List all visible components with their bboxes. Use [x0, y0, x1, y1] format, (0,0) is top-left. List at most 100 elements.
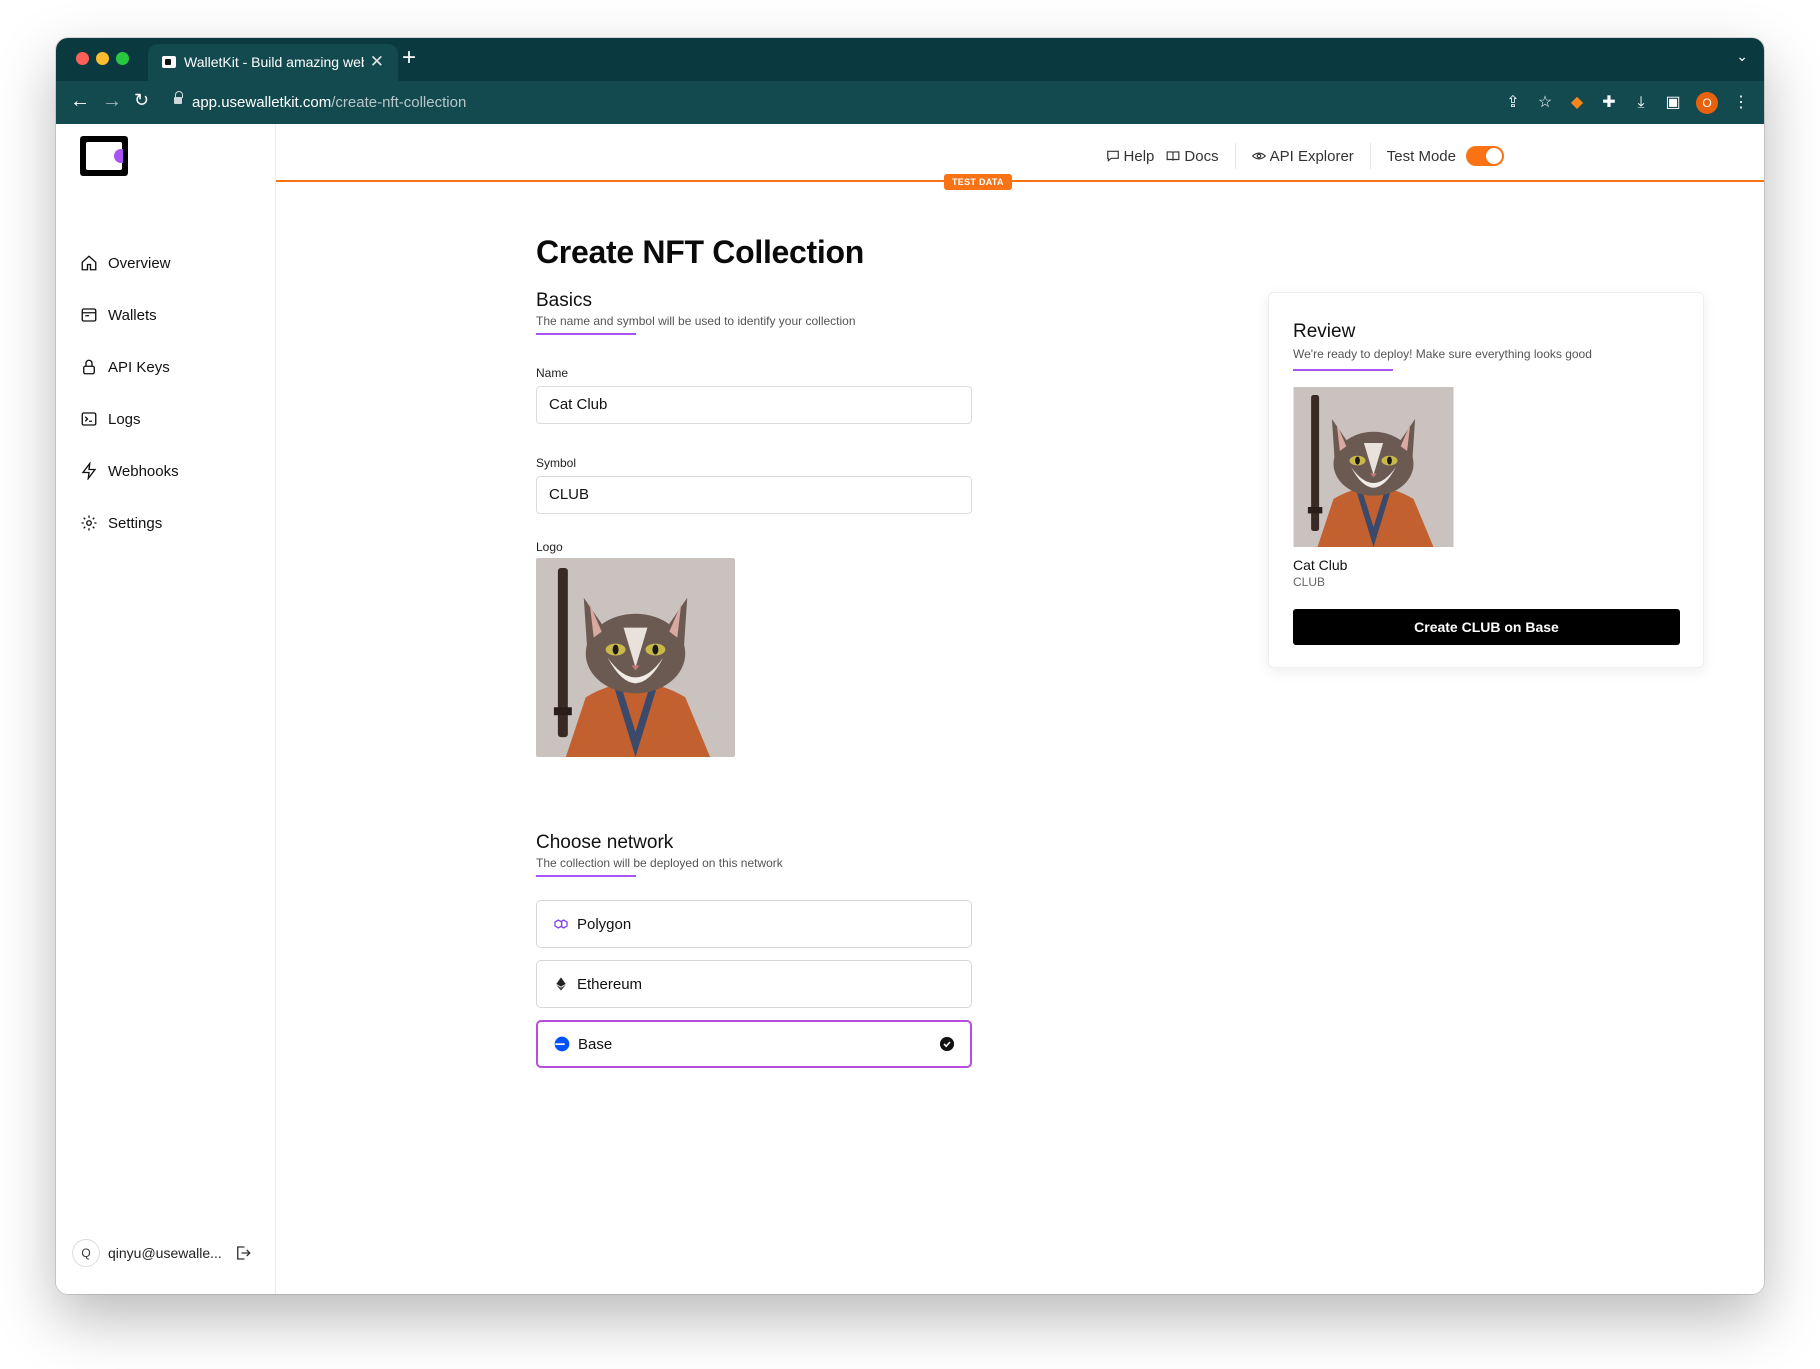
browser-tab[interactable]: WalletKit - Build amazing web3 ✕ — [148, 44, 398, 81]
bookmark-star-icon[interactable]: ☆ — [1536, 94, 1554, 112]
user-email: qinyu@usewalle... — [108, 1245, 222, 1261]
lock-icon — [174, 91, 183, 105]
check-circle-icon — [940, 1037, 954, 1051]
api-explorer-label: API Explorer — [1269, 147, 1354, 165]
forward-arrow-icon[interactable]: → — [102, 90, 122, 113]
ethereum-icon — [556, 977, 566, 991]
favicon-icon — [162, 56, 176, 68]
logout-icon[interactable] — [234, 1244, 252, 1262]
tab-title: WalletKit - Build amazing web3 — [184, 54, 364, 70]
section-underline — [1293, 369, 1393, 371]
sidebar-item-settings[interactable]: Settings — [80, 497, 260, 549]
network-option-polygon[interactable]: Polygon — [536, 900, 972, 948]
sidebar-item-label: API Keys — [108, 358, 170, 376]
page-title: Create NFT Collection — [536, 234, 864, 270]
browser-window: WalletKit - Build amazing web3 ✕ + ⌄ ← →… — [56, 38, 1764, 1294]
basics-heading: Basics — [536, 290, 592, 311]
user-account: Q qinyu@usewalle... — [72, 1238, 262, 1268]
sidebar-nav: Overview Wallets API Keys Logs Webhooks … — [80, 237, 260, 549]
symbol-label: Symbol — [536, 456, 577, 470]
bolt-icon — [81, 462, 97, 480]
create-collection-button[interactable]: Create CLUB on Base — [1293, 609, 1680, 645]
help-label: Help — [1123, 147, 1155, 165]
sidebar-item-label: Overview — [108, 254, 171, 272]
sidebar-item-label: Webhooks — [108, 462, 179, 480]
review-logo-image — [1293, 387, 1454, 547]
test-data-badge: TEST DATA — [944, 174, 1012, 190]
network-option-base[interactable]: Base — [536, 1020, 972, 1068]
avatar[interactable]: Q — [72, 1239, 100, 1267]
browser-menu-icon[interactable]: ⋮ — [1732, 94, 1750, 112]
url-field[interactable]: app.usewalletkit.com/create-nft-collecti… — [166, 87, 1574, 118]
terminal-icon — [81, 412, 97, 426]
book-icon — [1166, 151, 1180, 161]
minimize-window-button[interactable] — [96, 52, 109, 65]
sidebar-item-logs[interactable]: Logs — [80, 393, 260, 445]
browser-toolbar: ⇪ ☆ ◆ ✚ ⤓ ▣ O ⋮ — [1504, 91, 1750, 115]
walletkit-logo[interactable] — [80, 136, 128, 176]
metamask-extension-icon[interactable]: ◆ — [1568, 94, 1586, 112]
lock-icon — [83, 359, 95, 375]
close-window-button[interactable] — [76, 52, 89, 65]
api-explorer-link[interactable]: API Explorer — [1251, 147, 1354, 165]
url-path: /create-nft-collection — [331, 94, 467, 111]
sidebar-item-wallets[interactable]: Wallets — [80, 289, 260, 341]
back-arrow-icon[interactable]: ← — [70, 90, 90, 113]
name-label: Name — [536, 366, 569, 380]
extensions-puzzle-icon[interactable]: ✚ — [1600, 94, 1618, 112]
address-bar: ← → ↻ app.usewalletkit.com/create-nft-co… — [56, 81, 1764, 124]
review-collection-name: Cat Club — [1293, 557, 1348, 573]
eye-icon — [1251, 152, 1266, 160]
sidebar-item-webhooks[interactable]: Webhooks — [80, 445, 260, 497]
docs-link[interactable]: Docs — [1166, 147, 1219, 165]
home-icon — [81, 255, 97, 271]
logo-label: Logo — [536, 540, 563, 554]
test-mode-label: Test Mode — [1386, 147, 1456, 165]
review-collection-symbol: CLUB — [1293, 575, 1326, 589]
section-underline — [536, 875, 636, 877]
chat-bubble-icon — [1106, 150, 1119, 162]
network-subtitle: The collection will be deployed on this … — [536, 856, 783, 870]
side-panel-icon[interactable]: ▣ — [1664, 94, 1682, 112]
divider — [1369, 143, 1371, 169]
name-input[interactable]: Cat Club — [536, 386, 972, 424]
profile-avatar[interactable]: O — [1696, 92, 1718, 114]
close-tab-icon[interactable]: ✕ — [370, 52, 384, 72]
sidebar-item-label: Wallets — [108, 306, 157, 324]
network-option-ethereum[interactable]: Ethereum — [536, 960, 972, 1008]
form-area: Create NFT Collection Basics The name an… — [536, 234, 1536, 1068]
docs-label: Docs — [1184, 147, 1219, 165]
tab-bar: WalletKit - Build amazing web3 ✕ + ⌄ — [56, 38, 1764, 81]
new-tab-button[interactable]: + — [402, 44, 416, 72]
sidebar-item-api-keys[interactable]: API Keys — [80, 341, 260, 393]
sidebar-item-label: Settings — [108, 514, 163, 532]
network-label: Ethereum — [577, 975, 643, 993]
network-label: Polygon — [577, 915, 632, 933]
sidebar-item-overview[interactable]: Overview — [80, 237, 260, 289]
desktop-background: WalletKit - Build amazing web3 ✕ + ⌄ ← →… — [0, 0, 1820, 1369]
main-content: Help Docs API Explorer Test Mode TEST DA… — [276, 124, 1764, 1294]
gear-icon — [81, 515, 97, 531]
section-underline — [536, 333, 636, 335]
symbol-input[interactable]: CLUB — [536, 476, 972, 514]
top-bar: Help Docs API Explorer Test Mode — [276, 124, 1764, 182]
network-heading: Choose network — [536, 832, 674, 853]
sidebar: Overview Wallets API Keys Logs Webhooks … — [56, 124, 276, 1294]
test-mode-toggle[interactable] — [1466, 146, 1504, 166]
review-card: Review We're ready to deploy! Make sure … — [1268, 292, 1704, 668]
maximize-window-button[interactable] — [116, 52, 129, 65]
basics-subtitle: The name and symbol will be used to iden… — [536, 314, 856, 328]
polygon-icon — [554, 919, 568, 929]
download-icon[interactable]: ⤓ — [1632, 94, 1650, 112]
network-label: Base — [578, 1035, 613, 1053]
logo-upload-image[interactable] — [536, 558, 735, 757]
review-heading: Review — [1293, 321, 1356, 342]
reload-icon[interactable]: ↻ — [134, 90, 149, 111]
base-icon — [554, 1036, 570, 1052]
tab-search-chevron-icon[interactable]: ⌄ — [1736, 48, 1748, 65]
share-icon[interactable]: ⇪ — [1504, 94, 1522, 112]
help-link[interactable]: Help — [1106, 147, 1155, 165]
app-viewport: Overview Wallets API Keys Logs Webhooks … — [56, 124, 1764, 1294]
review-subtitle: We're ready to deploy! Make sure everyth… — [1293, 347, 1592, 361]
top-links: Help Docs API Explorer Test Mode — [1106, 143, 1504, 169]
